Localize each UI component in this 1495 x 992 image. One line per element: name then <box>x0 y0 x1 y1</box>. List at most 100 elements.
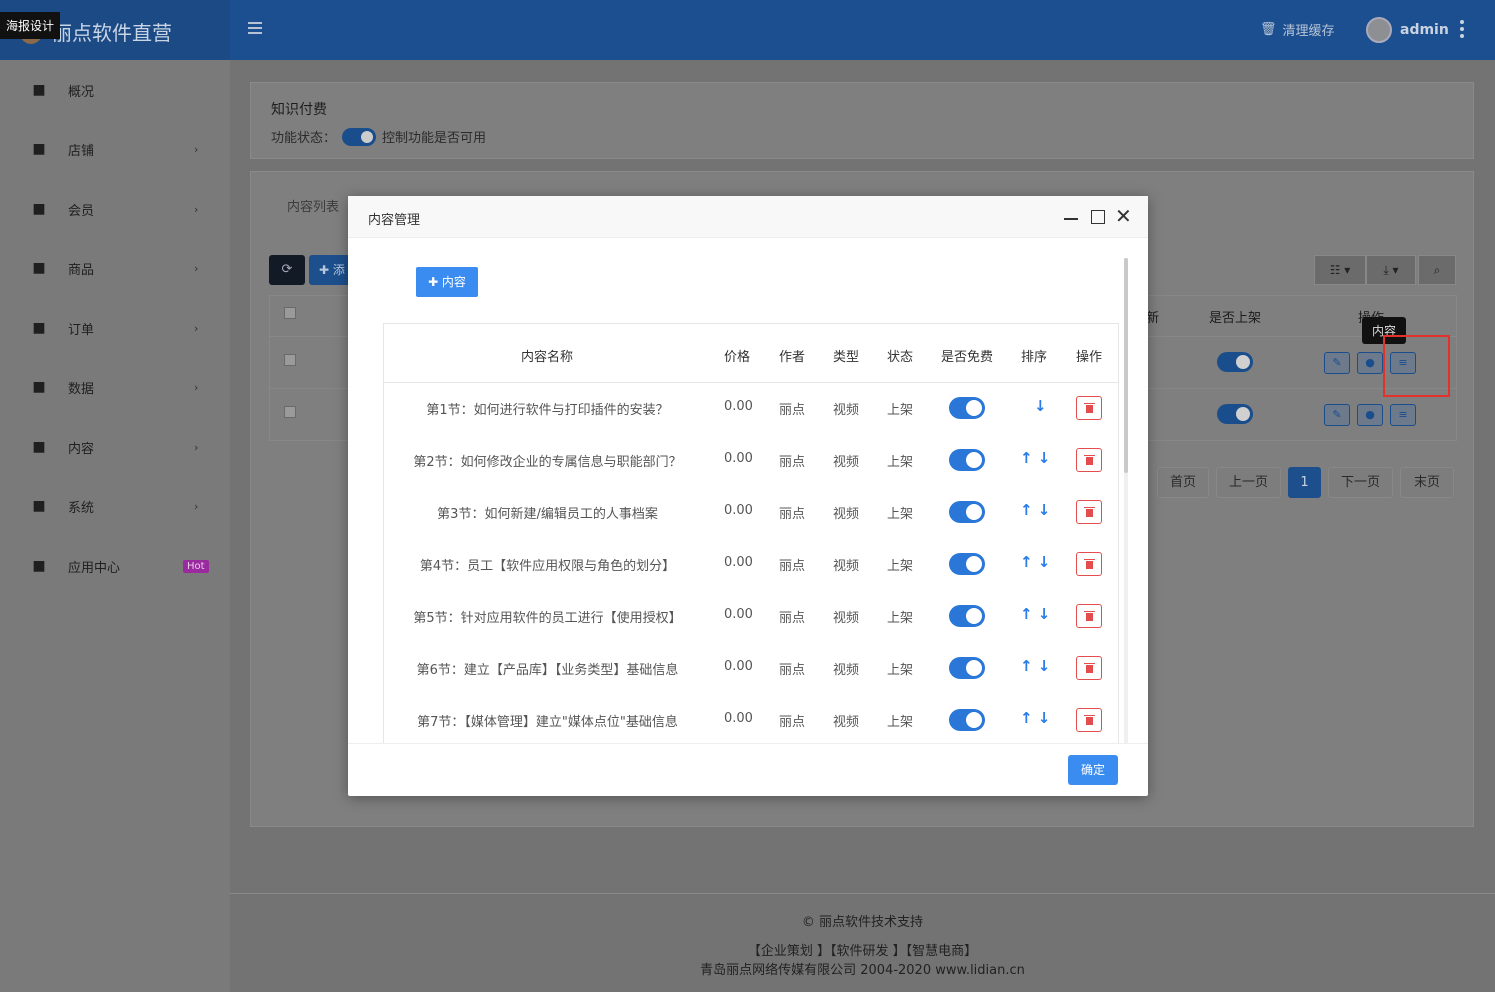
price: 0.00 <box>724 555 753 570</box>
highlight-annotation <box>1383 335 1450 397</box>
tab-content-list[interactable]: 内容列表 <box>287 196 339 215</box>
sidebar-item-label: 应用中心 <box>68 560 121 576</box>
sort-arrows[interactable]: ↑ ↓ <box>1020 657 1050 675</box>
pager-prev[interactable]: 上一页 <box>1216 467 1281 498</box>
brand-title: 丽点软件直营 <box>52 21 172 45</box>
scrollbar-thumb[interactable] <box>1124 258 1128 473</box>
feature-card: 知识付费 功能状态： 控制功能是否可用 <box>250 82 1474 159</box>
sidebar-item[interactable]: ■ 应用中心 Hot <box>0 546 230 586</box>
free-toggle[interactable] <box>949 397 985 419</box>
delete-icon[interactable] <box>1076 448 1102 472</box>
close-icon[interactable]: ✕ <box>1115 206 1132 226</box>
content-name: 第3节：如何新建/编辑员工的人事档案 <box>437 507 658 522</box>
table-row: 第7节：【媒体管理】建立"媒体点位"基础信息 0.00 丽点 视频 上架 ↑ ↓ <box>384 695 1118 743</box>
content-management-modal: 内容管理 ✕ ✚ 内容 内容名称 价格 作者 类型 状态 是否免费 排序 操作 … <box>348 196 1148 796</box>
sidebar-item-label: 会员 <box>68 203 95 219</box>
col-header-name: 内容名称 <box>521 350 574 365</box>
search-icon[interactable]: ⌕ <box>1418 255 1456 285</box>
comment-icon[interactable]: ● <box>1357 404 1383 426</box>
on-shelf-toggle[interactable] <box>1217 352 1253 372</box>
modal-header: 内容管理 ✕ <box>348 196 1148 238</box>
chevron-right-icon: › <box>194 499 199 513</box>
refresh-button[interactable]: ⟳ <box>269 255 305 285</box>
cube-icon: ■ <box>32 558 46 574</box>
free-toggle[interactable] <box>949 501 985 523</box>
sidebar-item[interactable]: ■ 订单 › <box>0 308 230 348</box>
free-toggle[interactable] <box>949 709 985 731</box>
type: 视频 <box>833 455 860 470</box>
type: 视频 <box>833 507 860 522</box>
col-header-status: 状态 <box>887 350 914 365</box>
sidebar-item[interactable]: ■ 会员 › <box>0 189 230 229</box>
free-toggle[interactable] <box>949 553 985 575</box>
sidebar-item[interactable]: ■ 店铺 › <box>0 129 230 169</box>
money-icon: ■ <box>32 320 46 336</box>
free-toggle[interactable] <box>949 605 985 627</box>
type: 视频 <box>833 559 860 574</box>
row-checkbox[interactable] <box>284 354 296 366</box>
sort-arrows[interactable]: ↑ ↓ <box>1020 449 1050 467</box>
sidebar-item[interactable]: ■ 内容 › <box>0 427 230 467</box>
chevron-right-icon: › <box>194 261 199 275</box>
col-header-free: 是否免费 <box>941 350 994 365</box>
trash-icon: 🗑 <box>1260 22 1277 37</box>
sidebar-item[interactable]: ■ 系统 › <box>0 486 230 526</box>
price: 0.00 <box>724 503 753 518</box>
feature-toggle[interactable] <box>342 127 377 146</box>
confirm-button[interactable]: 确定 <box>1068 755 1118 785</box>
sort-arrows[interactable]: ↑ ↓ <box>1020 709 1050 727</box>
delete-icon[interactable] <box>1076 656 1102 680</box>
price: 0.00 <box>724 711 753 726</box>
grid-icon: ■ <box>32 141 46 157</box>
delete-icon[interactable] <box>1076 500 1102 524</box>
sidebar-item[interactable]: ■ 概况 <box>0 70 230 110</box>
footer-links: 【企业策划 】【软件研发 】【智慧电商】 <box>747 944 978 959</box>
status: 上架 <box>887 403 914 418</box>
price: 0.00 <box>724 607 753 622</box>
sidebar-item-label: 店铺 <box>68 143 95 159</box>
row-checkbox[interactable] <box>284 406 296 418</box>
content-name: 第6节：建立【产品库】【业务类型】基础信息 <box>416 663 679 678</box>
sort-arrows[interactable]: ↑ ↓ <box>1020 501 1050 519</box>
add-content-button[interactable]: ✚ 内容 <box>416 267 478 297</box>
export-button[interactable]: ⤓ ▾ <box>1366 255 1416 285</box>
type: 视频 <box>833 611 860 626</box>
pager-first[interactable]: 首页 <box>1157 467 1209 498</box>
pager-last[interactable]: 末页 <box>1400 467 1454 498</box>
sort-arrows[interactable]: ↑ ↓ <box>1020 605 1050 623</box>
author: 丽点 <box>779 611 806 626</box>
chevron-right-icon: › <box>194 202 199 216</box>
free-toggle[interactable] <box>949 449 985 471</box>
delete-icon[interactable] <box>1076 552 1102 576</box>
maximize-icon[interactable] <box>1091 210 1105 224</box>
on-shelf-toggle[interactable] <box>1217 404 1253 424</box>
comment-icon[interactable]: ● <box>1357 352 1383 374</box>
clear-cache-button[interactable]: 🗑 清理缓存 <box>1260 20 1335 39</box>
sidebar-item[interactable]: ■ 商品 › <box>0 248 230 288</box>
more-vertical-icon[interactable] <box>1460 20 1464 41</box>
pager-current[interactable]: 1 <box>1288 467 1321 498</box>
table-row: 第4节：员工【软件应用权限与角色的划分】 0.00 丽点 视频 上架 ↑ ↓ <box>384 539 1118 591</box>
col-header-sort: 排序 <box>1021 350 1048 365</box>
delete-icon[interactable] <box>1076 708 1102 732</box>
menu-toggle-icon[interactable] <box>248 22 262 34</box>
columns-button[interactable]: ☷ ▾ <box>1314 255 1366 285</box>
minimize-icon[interactable] <box>1064 218 1078 220</box>
modal-title: 内容管理 <box>368 213 421 228</box>
sidebar-item-label: 数据 <box>68 381 95 397</box>
edit-icon[interactable]: ✎ <box>1324 352 1350 374</box>
content-list-icon[interactable]: ≡ <box>1390 404 1416 426</box>
sort-arrows[interactable]: ↓ <box>1034 397 1047 415</box>
user-menu[interactable]: admin <box>1366 17 1449 43</box>
chevron-right-icon: › <box>194 142 199 156</box>
author: 丽点 <box>779 455 806 470</box>
pager-next[interactable]: 下一页 <box>1328 467 1393 498</box>
delete-icon[interactable] <box>1076 396 1102 420</box>
select-all-checkbox[interactable] <box>284 307 296 319</box>
status: 上架 <box>887 507 914 522</box>
free-toggle[interactable] <box>949 657 985 679</box>
delete-icon[interactable] <box>1076 604 1102 628</box>
sort-arrows[interactable]: ↑ ↓ <box>1020 553 1050 571</box>
sidebar-item[interactable]: ■ 数据 › <box>0 367 230 407</box>
edit-icon[interactable]: ✎ <box>1324 404 1350 426</box>
